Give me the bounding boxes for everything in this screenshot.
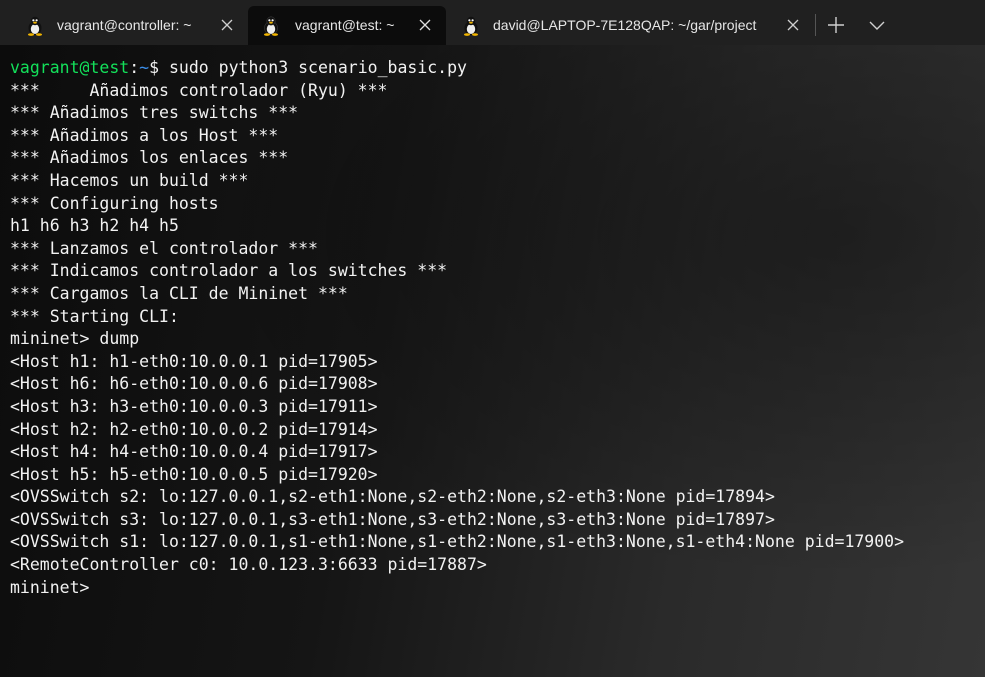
- prompt-symbol: $: [149, 58, 169, 77]
- output-line: <RemoteController c0: 10.0.123.3:6633 pi…: [10, 555, 487, 575]
- output-line: *** Configuring hosts: [10, 193, 219, 213]
- output-line: <Host h6: h6-eth0:10.0.0.6 pid=17908>: [10, 374, 378, 394]
- plus-icon[interactable]: [827, 16, 845, 34]
- prompt-colon: :: [129, 58, 140, 77]
- output-line: <Host h3: h3-eth0:10.0.0.3 pid=17911>: [10, 396, 378, 416]
- tab-title: vagrant@controller: ~: [57, 17, 192, 33]
- current-prompt[interactable]: mininet>: [10, 577, 904, 600]
- prompt-command: sudo python3 scenario_basic.py: [168, 58, 467, 77]
- output-line: <Host h1: h1-eth0:10.0.0.1 pid=17905>: [10, 351, 378, 371]
- tab-title: vagrant@test: ~: [295, 17, 395, 33]
- tab-vagrant-test[interactable]: vagrant@test: ~: [248, 6, 446, 45]
- output-line: <Host h2: h2-eth0:10.0.0.2 pid=17914>: [10, 419, 378, 439]
- linux-tux-icon: [464, 16, 478, 36]
- output-line: <OVSSwitch s2: lo:127.0.0.1,s2-eth1:None…: [10, 487, 775, 507]
- output-line: <OVSSwitch s3: lo:127.0.0.1,s3-eth1:None…: [10, 509, 775, 529]
- output-line: <Host h5: h5-eth0:10.0.0.5 pid=17920>: [10, 464, 378, 484]
- output-line: <OVSSwitch s1: lo:127.0.0.1,s1-eth1:None…: [10, 532, 905, 552]
- output-line: *** Añadimos a los Host ***: [10, 125, 279, 145]
- tab-vagrant-controller[interactable]: vagrant@controller: ~: [12, 6, 242, 45]
- prompt-user-host: vagrant@test: [10, 58, 130, 77]
- output-line: <Host h4: h4-eth0:10.0.0.4 pid=17917>: [10, 442, 378, 462]
- linux-tux-icon: [264, 16, 278, 36]
- output-line: *** Añadimos los enlaces ***: [10, 148, 289, 168]
- close-icon[interactable]: [220, 18, 234, 32]
- output-line: mininet> dump: [10, 329, 140, 349]
- output-line: *** Starting CLI:: [10, 306, 179, 326]
- output-line: *** Hacemos un build ***: [10, 170, 249, 190]
- terminal-output: vagrant@test:~$ sudo python3 scenario_ba…: [10, 57, 904, 599]
- tab-title: david@LAPTOP-7E128QAP: ~/gar/project: [493, 17, 757, 33]
- linux-tux-icon: [28, 16, 42, 36]
- output-line: *** Lanzamos el controlador ***: [10, 238, 318, 258]
- terminal-area[interactable]: vagrant@test:~$ sudo python3 scenario_ba…: [0, 45, 985, 677]
- output-line: *** Añadimos tres switchs ***: [10, 103, 299, 123]
- close-icon[interactable]: [418, 18, 432, 32]
- tab-bar: vagrant@controller: ~ vagrant@test: ~ da…: [0, 0, 985, 45]
- terminal-window: vagrant@controller: ~ vagrant@test: ~ da…: [0, 0, 985, 677]
- prompt-line: vagrant@test:~$ sudo python3 scenario_ba…: [10, 57, 904, 80]
- prompt-path: ~: [139, 58, 150, 77]
- tab-david-laptop[interactable]: david@LAPTOP-7E128QAP: ~/gar/project: [450, 6, 812, 45]
- output-line: *** Indicamos controlador a los switches…: [10, 261, 448, 281]
- tab-divider: [815, 14, 816, 36]
- output-line: h1 h6 h3 h2 h4 h5: [10, 216, 179, 236]
- close-icon[interactable]: [786, 18, 800, 32]
- chevron-down-icon[interactable]: [868, 18, 886, 32]
- output-line: *** Añadimos controlador (Ryu) ***: [10, 80, 388, 100]
- output-line: *** Cargamos la CLI de Mininet ***: [10, 283, 348, 303]
